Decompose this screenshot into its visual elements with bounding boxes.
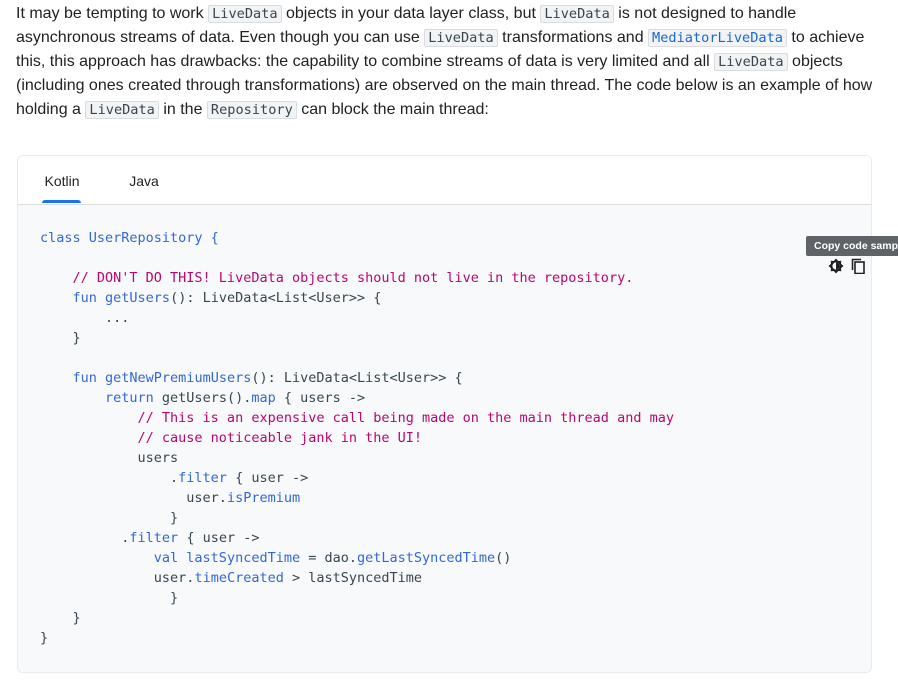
code-function: getLastSyncedTime <box>357 550 496 566</box>
paragraph-text: It may be tempting to work <box>16 5 209 22</box>
code-block: class UserRepository { // DON'T DO THIS!… <box>18 205 871 672</box>
tab-java[interactable]: Java <box>126 156 162 204</box>
code-function: getNewPremiumUsers <box>96 370 252 386</box>
dark-mode-icon[interactable] <box>828 258 844 274</box>
code-plain: } <box>40 590 179 606</box>
copy-code-tooltip: Copy code sample <box>806 236 898 256</box>
code-keyword: return <box>40 390 154 406</box>
code-plain: } <box>40 510 179 526</box>
paragraph-text: in the <box>158 101 207 118</box>
code-property: isPremium <box>226 490 301 506</box>
code-property: timeCreated <box>194 570 284 586</box>
code-plain: () <box>495 550 512 566</box>
paragraph-text: transformations and <box>497 29 649 46</box>
code-plain: { users -> <box>275 390 366 406</box>
code-comment: // This is an expensive call being made … <box>40 410 674 426</box>
code-plain: } <box>40 630 49 646</box>
code-plain: users <box>40 450 179 466</box>
kotlin-code: class UserRepository { // DON'T DO THIS!… <box>40 228 674 648</box>
code-comment: // cause noticeable jank in the UI! <box>40 430 423 446</box>
code-plain: . <box>40 470 179 486</box>
code-plain: } <box>40 330 81 346</box>
inline-code-livedata: LiveData <box>208 5 282 23</box>
code-plain: { user -> <box>178 530 260 546</box>
code-keyword: fun <box>40 290 97 306</box>
code-class-name: UserRepository { <box>80 230 219 246</box>
mediatorlivedata-link[interactable]: MediatorLiveData <box>648 29 787 47</box>
code-keyword: fun <box>40 370 97 386</box>
code-plain: . <box>40 530 130 546</box>
inline-code-livedata: LiveData <box>540 5 614 23</box>
code-keyword: class <box>40 230 81 246</box>
intro-paragraph: It may be tempting to work LiveData obje… <box>16 2 876 122</box>
code-plain: user. <box>40 570 195 586</box>
paragraph-text: can block the main thread: <box>296 101 489 118</box>
inline-code-livedata: LiveData <box>714 53 788 71</box>
inline-code-livedata: LiveData <box>85 101 159 119</box>
inline-code-livedata: LiveData <box>424 29 498 47</box>
code-plain: (): LiveData<List<User>> { <box>170 290 382 306</box>
code-function: map <box>251 390 276 406</box>
code-plain: (): LiveData<List<User>> { <box>251 370 463 386</box>
inline-code-repository: Repository <box>206 101 297 119</box>
code-variable: lastSyncedTime <box>178 550 301 566</box>
code-function: getUsers <box>96 290 171 306</box>
code-sample-card: Kotlin Java class UserRepository { // DO… <box>17 155 872 673</box>
code-function: filter <box>178 470 227 486</box>
code-plain: } <box>40 610 81 626</box>
code-keyword: val <box>40 550 179 566</box>
code-toolbar <box>828 258 868 278</box>
language-tab-bar: Kotlin Java <box>18 156 871 205</box>
code-plain: user. <box>40 490 227 506</box>
code-plain: { user -> <box>226 470 309 486</box>
tab-kotlin[interactable]: Kotlin <box>42 156 82 204</box>
code-plain: ... <box>40 310 130 326</box>
code-comment: // DON'T DO THIS! LiveData objects shoul… <box>40 270 634 286</box>
code-plain: > lastSyncedTime <box>283 570 423 586</box>
code-plain: getUsers(). <box>153 390 252 406</box>
code-plain: = dao. <box>300 550 357 566</box>
copy-icon[interactable] <box>850 258 866 274</box>
paragraph-text: objects in your data layer class, but <box>281 5 541 22</box>
active-tab-indicator <box>42 200 81 203</box>
code-function: filter <box>129 530 179 546</box>
